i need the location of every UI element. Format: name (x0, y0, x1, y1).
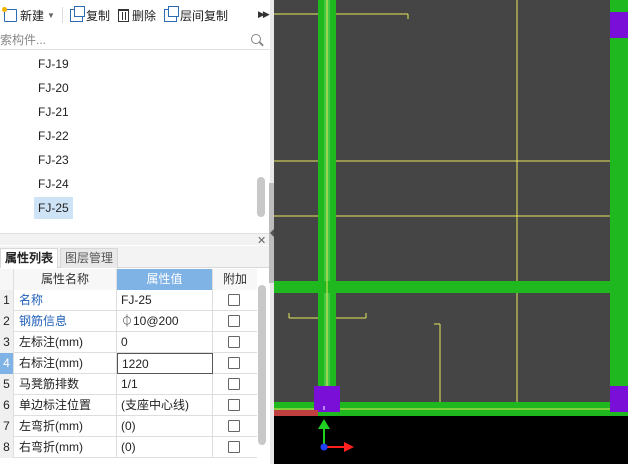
extra-checkbox[interactable] (228, 357, 240, 369)
tree-item-fj-24[interactable]: FJ-24 (34, 173, 73, 195)
search-icon[interactable] (251, 34, 261, 44)
drawing-canvas[interactable]: X (274, 0, 628, 464)
toolbar: 新建 ▼ 复制 删除 层间复制 ▶▶ (0, 0, 270, 30)
row-number: 7 (0, 416, 14, 437)
table-row[interactable]: 3 左标注(mm) 0 (0, 332, 257, 353)
floor-copy-button[interactable]: 层间复制 (160, 2, 232, 28)
property-value[interactable]: (0) (117, 416, 213, 437)
extra-cell (213, 290, 257, 311)
trash-icon (117, 8, 129, 22)
extra-cell (213, 374, 257, 395)
table-row[interactable]: 7 左弯折(mm) (0) (0, 416, 257, 437)
row-number: 6 (0, 395, 14, 416)
column (610, 12, 628, 38)
column (610, 386, 628, 412)
tree-item-fj-20[interactable]: FJ-20 (34, 77, 73, 99)
row-number: 2 (0, 311, 14, 332)
row-number: 8 (0, 437, 14, 458)
tree-scrollbar[interactable] (257, 177, 265, 217)
table-row[interactable]: 8 右弯折(mm) (0) (0, 437, 257, 458)
property-name: 马凳筋排数 (14, 374, 117, 395)
chevron-down-icon[interactable]: ▼ (47, 11, 55, 20)
new-icon (2, 6, 17, 22)
extra-checkbox[interactable] (228, 420, 240, 432)
property-name: 单边标注位置 (14, 395, 117, 416)
tree-item-fj-25[interactable]: FJ-25 (34, 197, 73, 219)
more-icon[interactable]: ▶▶ (258, 9, 270, 20)
property-tabs: 属性列表 图层管理 (0, 246, 270, 268)
row-number: 4 (0, 353, 14, 374)
property-name: 左标注(mm) (14, 332, 117, 353)
new-button[interactable]: 新建 ▼ (0, 2, 59, 28)
new-label: 新建 (20, 8, 45, 23)
axis-origin (320, 443, 328, 451)
property-name: 钢筋信息 (14, 311, 117, 332)
header-value: 属性值 (117, 269, 213, 290)
grid-header: 属性名称 属性值 附加 (0, 269, 257, 290)
table-row[interactable]: 6 单边标注位置 (支座中心线) (0, 395, 257, 416)
canvas-void (274, 416, 628, 464)
search-bar (0, 30, 270, 50)
header-name: 属性名称 (14, 269, 117, 290)
copy-icon (69, 5, 85, 22)
floor-copy-label: 层间复制 (179, 8, 228, 23)
property-value[interactable]: FJ-25 (117, 290, 213, 311)
extra-checkbox[interactable] (228, 378, 240, 390)
property-value[interactable]: ⏀10@200 (117, 311, 213, 332)
row-number: 5 (0, 374, 14, 395)
beam-vertical (610, 0, 628, 415)
table-row[interactable]: 1 名称 FJ-25 (0, 290, 257, 311)
header-num (0, 269, 14, 290)
component-tree: FJ-19 FJ-20 FJ-21 FJ-22 FJ-23 FJ-24 FJ-2… (0, 51, 270, 231)
drawing-svg (274, 0, 628, 464)
extra-checkbox[interactable] (228, 399, 240, 411)
property-grid: 属性名称 属性值 附加 1 名称 FJ-25 2 钢筋信息 ⏀10@200 3 … (0, 269, 257, 464)
tab-properties[interactable]: 属性列表 (0, 248, 59, 268)
tree-item-fj-21[interactable]: FJ-21 (34, 101, 73, 123)
extra-cell (213, 311, 257, 332)
table-row[interactable]: 4 右标注(mm) 1220 (0, 353, 257, 374)
toolbar-separator (61, 7, 63, 23)
slab-edge (274, 410, 318, 416)
tab-layers[interactable]: 图层管理 (60, 248, 119, 268)
row-number: 3 (0, 332, 14, 353)
tree-item-fj-23[interactable]: FJ-23 (34, 149, 73, 171)
grid-scrollbar[interactable] (258, 285, 266, 445)
extra-cell (213, 353, 257, 374)
property-value[interactable]: (0) (117, 437, 213, 458)
copy-button[interactable]: 复制 (66, 2, 114, 28)
property-value[interactable]: 0 (117, 332, 213, 353)
table-row[interactable]: 5 马凳筋排数 1/1 (0, 374, 257, 395)
component-panel: 新建 ▼ 复制 删除 层间复制 ▶▶ FJ-19 FJ-20 (0, 0, 270, 464)
extra-checkbox[interactable] (228, 441, 240, 453)
property-value[interactable]: (支座中心线) (117, 395, 213, 416)
extra-checkbox[interactable] (228, 315, 240, 327)
copy-label: 复制 (85, 8, 110, 23)
tree-item-fj-22[interactable]: FJ-22 (34, 125, 73, 147)
delete-button[interactable]: 删除 (114, 2, 160, 28)
property-name: 名称 (14, 290, 117, 311)
extra-checkbox[interactable] (228, 336, 240, 348)
extra-cell (213, 395, 257, 416)
extra-checkbox[interactable] (228, 294, 240, 306)
floor-copy-icon (163, 5, 179, 22)
row-number: 1 (0, 290, 14, 311)
extra-cell (213, 437, 257, 458)
property-name: 左弯折(mm) (14, 416, 117, 437)
extra-cell (213, 332, 257, 353)
property-value-editor[interactable]: 1220 (117, 353, 213, 374)
table-row[interactable]: 2 钢筋信息 ⏀10@200 (0, 311, 257, 332)
panel-splitter[interactable] (0, 233, 270, 245)
column (314, 386, 340, 412)
delete-label: 删除 (131, 8, 156, 23)
property-name: 右弯折(mm) (14, 437, 117, 458)
tree-item-fj-19[interactable]: FJ-19 (34, 53, 73, 75)
extra-cell (213, 416, 257, 437)
property-value[interactable]: 1/1 (117, 374, 213, 395)
search-input[interactable] (0, 31, 238, 49)
header-extra: 附加 (213, 269, 257, 290)
property-name: 右标注(mm) (14, 353, 117, 374)
